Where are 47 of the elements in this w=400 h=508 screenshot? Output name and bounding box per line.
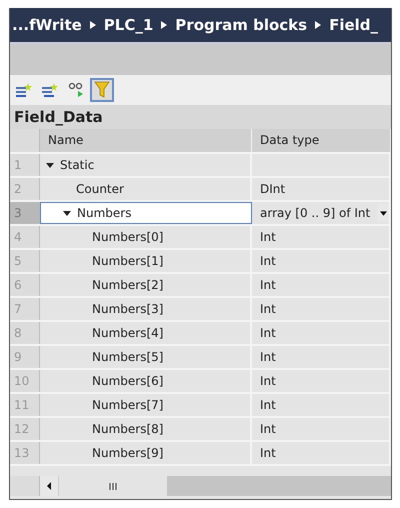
dropdown-button[interactable] (377, 204, 389, 222)
breadcrumb-item[interactable]: Field_ (329, 16, 378, 34)
separator-arrow-icon (90, 21, 96, 29)
expand-arrow-icon[interactable] (63, 209, 71, 217)
horizontal-scrollbar[interactable] (40, 476, 391, 496)
name-text: Numbers[7] (92, 398, 164, 412)
filter-icon (94, 81, 110, 99)
name-text: Numbers (77, 206, 132, 220)
name-text: Numbers[8] (92, 422, 164, 436)
data-type-text: array [0 .. 9] of Int (260, 206, 370, 220)
rows-star-icon (41, 82, 59, 98)
caret-icon (380, 210, 386, 216)
name-text: Counter (76, 182, 124, 196)
name-text: Numbers[3] (92, 302, 164, 316)
scrollbar-thumb[interactable] (58, 476, 167, 496)
data-type-text: Int (260, 302, 276, 316)
data-type-text: Int (260, 254, 276, 268)
rows-star-icon (15, 82, 33, 98)
expand-arrow-icon[interactable] (46, 161, 54, 169)
name-text: Numbers[0] (92, 230, 164, 244)
data-type-text: Int (260, 350, 276, 364)
block-title: Field_Data (10, 105, 391, 129)
name-text: Numbers[9] (92, 446, 164, 460)
data-type-text: Int (260, 326, 276, 340)
breadcrumb-item[interactable]: PLC_1 (104, 16, 154, 34)
left-arrow-icon (47, 482, 51, 490)
data-type-text: Int (260, 446, 276, 460)
data-type-text: Int (260, 422, 276, 436)
data-type-text: DInt (260, 182, 286, 196)
glasses-icon (67, 82, 85, 98)
data-type-text: Int (260, 374, 276, 388)
data-type-text: Int (260, 278, 276, 292)
name-text: Numbers[4] (92, 326, 164, 340)
name-text: Numbers[1] (92, 254, 164, 268)
separator-arrow-icon (315, 21, 322, 29)
name-text: Static (60, 158, 94, 172)
name-text: Numbers[5] (92, 350, 164, 364)
grip-icon (109, 482, 117, 490)
breadcrumb-item[interactable]: ...fWrite (12, 16, 82, 34)
scroll-left-button[interactable] (40, 476, 58, 496)
name-text: Numbers[6] (92, 374, 164, 388)
name-cell[interactable]: Numbers (40, 202, 252, 224)
name-text: Numbers[2] (92, 278, 164, 292)
separator-arrow-icon (161, 21, 168, 29)
breadcrumb-item[interactable]: Program blocks (175, 16, 308, 34)
data-type-text: Int (260, 230, 276, 244)
data-type-text: Int (260, 398, 276, 412)
